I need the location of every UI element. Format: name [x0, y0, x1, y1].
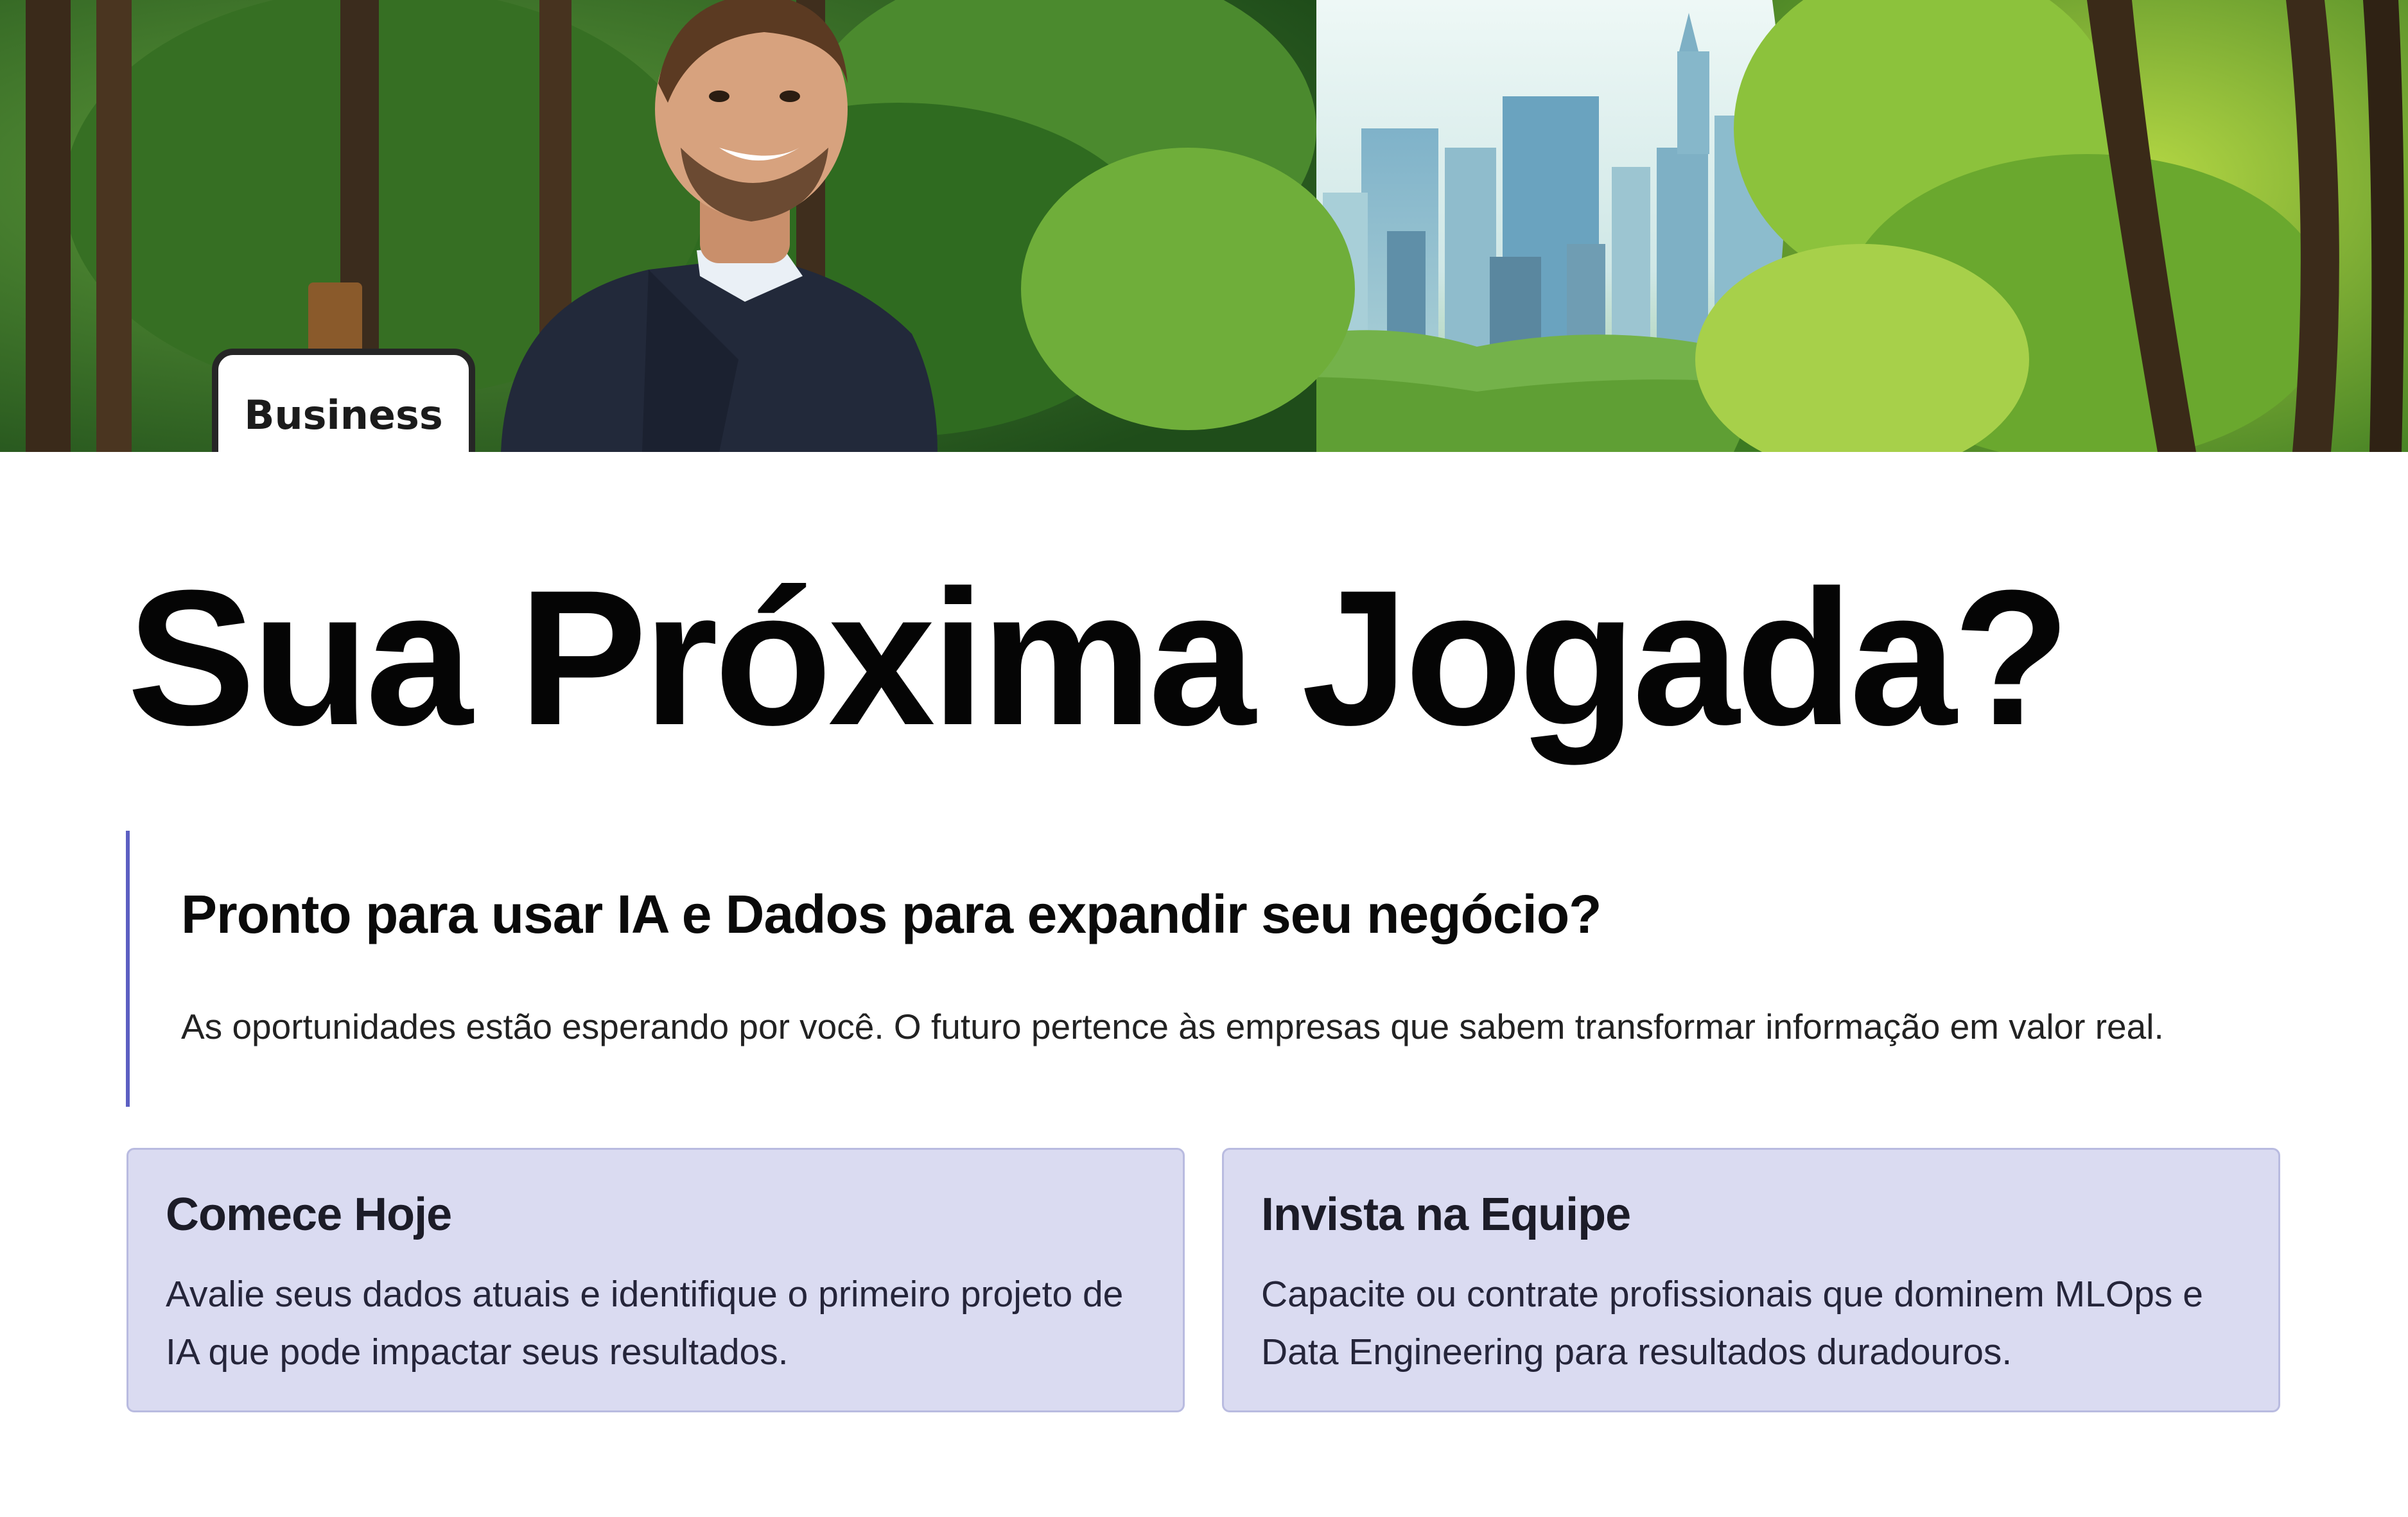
forest-right [1695, 0, 2408, 452]
callout-block: Pronto para usar IA e Dados para expandi… [126, 831, 2300, 1107]
card-invista-na-equipe: Invista na Equipe Capacite ou contrate p… [1222, 1148, 2280, 1412]
card-body: Avalie seus dados atuais e identifique o… [166, 1274, 1124, 1373]
card-body: Capacite ou contrate profissionais que d… [1261, 1274, 2203, 1373]
callout-heading: Pronto para usar IA e Dados para expandi… [181, 884, 1601, 944]
main-content: Sua Próxima Jogada? Pronto para usar IA … [0, 452, 2408, 1517]
card-comece-hoje: Comece Hoje Avalie seus dados atuais e i… [127, 1148, 1185, 1412]
card-title: Comece Hoje [166, 1189, 452, 1240]
callout-body: As oportunidades estão esperando por voc… [181, 1007, 2164, 1046]
sign-label: Business [244, 392, 443, 438]
hero-image: Business [0, 0, 2408, 452]
hero-illustration: Business [0, 0, 2408, 452]
page-title: Sua Próxima Jogada? [127, 550, 2070, 765]
card-title: Invista na Equipe [1261, 1189, 1631, 1240]
